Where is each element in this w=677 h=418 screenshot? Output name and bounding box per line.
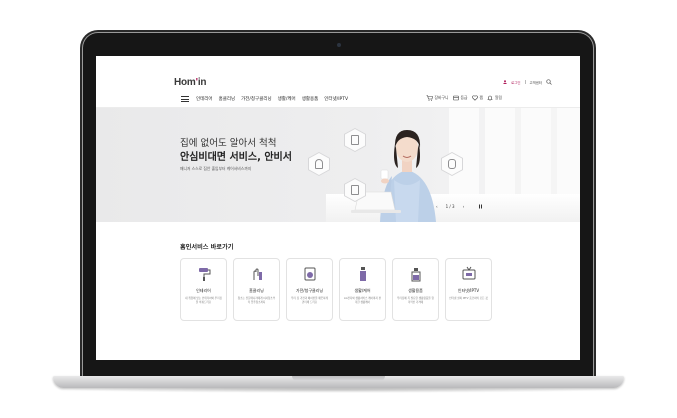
laptop-notch bbox=[292, 376, 385, 381]
card-icon bbox=[452, 95, 459, 101]
service-name: 생활용품 bbox=[408, 288, 423, 293]
login-link[interactable]: 로그인 bbox=[511, 80, 520, 85]
service-desc: 청소는 전문매니저에게 이사청소부터 입주청소까지 bbox=[237, 297, 276, 304]
bottle-icon bbox=[359, 267, 366, 281]
paint-roller-icon bbox=[198, 268, 210, 281]
grade-label: 등급 bbox=[460, 95, 468, 100]
service-name: 홈클리닝 bbox=[249, 288, 264, 293]
service-desc: 우리 집 가전과 에어컨을 깨끗하게 관리해 드려요 bbox=[291, 297, 328, 304]
search-icon[interactable] bbox=[546, 79, 552, 85]
service-name: 인테리어 bbox=[196, 288, 211, 293]
glove-icon bbox=[253, 268, 262, 280]
nav-item-living-goods[interactable]: 생활용품 bbox=[302, 96, 319, 102]
laptop-screen: Hom'in 로그인 고객센터 인테리어 홈클리닝 가전/청구클리닝 생활/케어… bbox=[96, 56, 580, 360]
heart-icon bbox=[471, 95, 478, 101]
services-title: 홈인서비스 바로가기 bbox=[180, 244, 234, 251]
alarm-label: 알림 bbox=[495, 95, 502, 100]
service-name: 가전/청구클리닝 bbox=[295, 288, 324, 293]
service-desc: 우리집에 꼭 필요한 생활용품을 합리적인 가격에 bbox=[397, 297, 434, 304]
menu-icon[interactable] bbox=[181, 96, 189, 102]
service-card-interior[interactable]: 인테리어 내 취향에 맞는 인테리어와 우리집을 바꿔드려요 bbox=[180, 258, 227, 321]
utility-links: 로그인 고객센터 bbox=[503, 79, 552, 85]
alarm-button[interactable]: 알림 bbox=[487, 95, 502, 101]
like-button[interactable]: 찜 bbox=[471, 95, 484, 101]
pause-icon[interactable] bbox=[478, 204, 483, 209]
main-nav: 인테리어 홈클리닝 가전/청구클리닝 생활/케어 생활용품 인터넷/IPTV bbox=[181, 96, 348, 102]
divider bbox=[524, 80, 526, 84]
nav-item-home-cleaning[interactable]: 홈클리닝 bbox=[219, 96, 236, 102]
hero-banner[interactable]: 집에 없어도 알아서 척척 안심비대면 서비스, 안비서 매니저 스스로 집안 … bbox=[96, 108, 580, 222]
like-label: 찜 bbox=[479, 95, 484, 100]
service-desc: 인터넷 설치 IPTV 홈코치의 모든 것 bbox=[449, 297, 488, 300]
service-card-home-cleaning[interactable]: 홈클리닝 청소는 전문매니저에게 이사청소부터 입주청소까지 bbox=[233, 258, 280, 321]
hero-subtitle: 매니저 스스로 집안 출입부터 케어서비스까지 bbox=[180, 166, 252, 171]
cart-icon bbox=[426, 95, 433, 101]
cart-label: 장바구니 bbox=[434, 95, 449, 100]
nav-item-life-care[interactable]: 생활/케어 bbox=[278, 96, 296, 102]
service-card-living-goods[interactable]: 생활용품 우리집에 꼭 필요한 생활용품을 합리적인 가격에 bbox=[392, 258, 439, 321]
hero-title-line2: 안심비대면 서비스, 안비서 bbox=[180, 152, 292, 163]
prev-slide-button[interactable]: ‹ bbox=[436, 204, 438, 209]
slider-controls: ‹ 1 / 3 › bbox=[436, 204, 483, 209]
service-desc: LG전자와 생활서비스 케어까지 편리한 생활케어 bbox=[344, 297, 381, 304]
customer-center-link[interactable]: 고객센터 bbox=[530, 80, 542, 85]
logo-text-tail: in bbox=[197, 77, 207, 88]
nav-item-interior[interactable]: 인테리어 bbox=[196, 96, 213, 102]
washing-machine-icon bbox=[304, 267, 315, 281]
logo-text: Hom bbox=[174, 77, 196, 88]
nav-item-internet-iptv[interactable]: 인터넷/IPTV bbox=[324, 96, 348, 102]
service-name: 생활/케어 bbox=[354, 288, 371, 293]
service-card-life-care[interactable]: 생활/케어 LG전자와 생활서비스 케어까지 편리한 생활케어 bbox=[339, 258, 386, 321]
hero-title-line1: 집에 없어도 알아서 척척 bbox=[180, 138, 277, 149]
spray-bottle-icon bbox=[411, 268, 420, 282]
service-desc: 내 취향에 맞는 인테리어와 우리집을 바꿔드려요 bbox=[185, 297, 222, 304]
service-card-internet-iptv[interactable]: 인터넷/IPTV 인터넷 설치 IPTV 홈코치의 모든 것 bbox=[445, 258, 492, 321]
hex-door-icon bbox=[344, 128, 366, 152]
site-logo[interactable]: Hom'in bbox=[174, 77, 207, 88]
grade-button[interactable]: 등급 bbox=[452, 95, 468, 101]
user-icon bbox=[503, 80, 508, 84]
next-slide-button[interactable]: › bbox=[463, 204, 465, 209]
cart-button[interactable]: 장바구니 bbox=[426, 95, 449, 101]
service-name: 인터넷/IPTV bbox=[457, 288, 480, 293]
tv-icon bbox=[462, 266, 475, 280]
camera-dot bbox=[337, 43, 341, 47]
bell-icon bbox=[487, 95, 493, 101]
service-card-appliance-cleaning[interactable]: 가전/청구클리닝 우리 집 가전과 에어컨을 깨끗하게 관리해 드려요 bbox=[286, 258, 333, 321]
nav-menu: 인테리어 홈클리닝 가전/청구클리닝 생활/케어 생활용품 인터넷/IPTV bbox=[196, 96, 348, 102]
slide-indicator: 1 / 3 bbox=[445, 204, 455, 209]
nav-shortcuts: 장바구니 등급 찜 알림 bbox=[426, 95, 502, 101]
hex-bell-icon bbox=[308, 152, 330, 176]
service-cards: 인테리어 내 취향에 맞는 인테리어와 우리집을 바꿔드려요 홈클리닝 청소는 … bbox=[180, 258, 492, 321]
nav-item-appliance-cleaning[interactable]: 가전/청구클리닝 bbox=[241, 96, 272, 102]
